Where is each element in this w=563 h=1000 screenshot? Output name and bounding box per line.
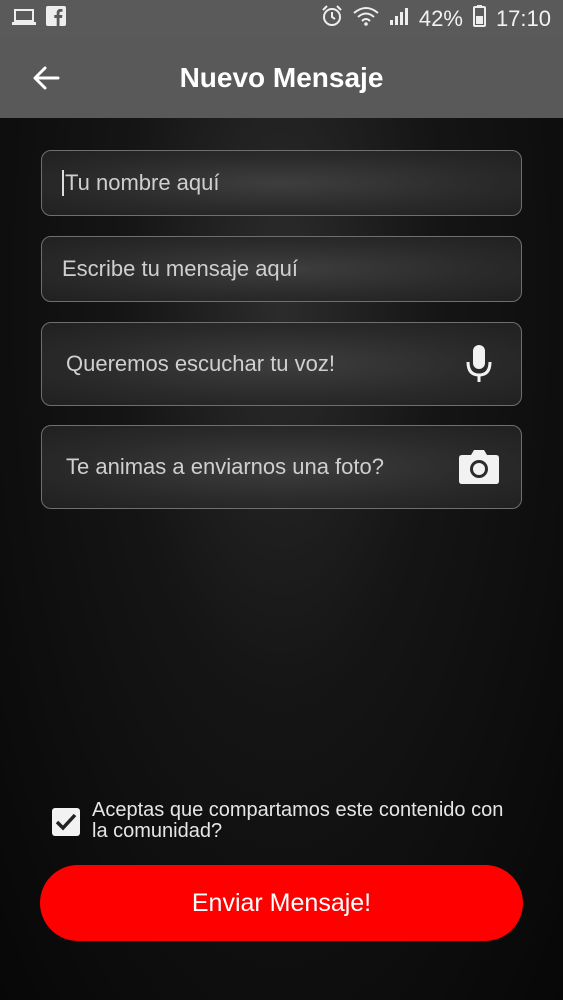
facebook-icon — [46, 6, 66, 32]
name-input[interactable]: Tu nombre aquí — [41, 150, 522, 216]
consent-checkbox[interactable] — [52, 808, 80, 836]
photo-label: Te animas a enviarnos una foto? — [66, 454, 384, 479]
name-placeholder: Tu nombre aquí — [65, 170, 220, 195]
microphone-icon[interactable] — [457, 342, 501, 386]
voice-field[interactable]: Queremos escuchar tu voz! — [41, 322, 522, 406]
alarm-icon — [321, 5, 343, 33]
status-bar: 42% 17:10 — [0, 0, 563, 38]
laptop-icon — [12, 6, 36, 32]
clock-time: 17:10 — [495, 6, 551, 31]
back-button[interactable] — [28, 60, 64, 96]
consent-row: Aceptas que compartamos este contenido c… — [52, 800, 522, 842]
checkmark-icon — [55, 813, 77, 831]
message-placeholder: Escribe tu mensaje aquí — [62, 256, 299, 281]
consent-label: Aceptas que compartamos este contenido c… — [92, 799, 504, 842]
wifi-icon — [353, 6, 379, 32]
voice-label: Queremos escuchar tu voz! — [66, 351, 336, 376]
camera-icon[interactable] — [457, 445, 501, 489]
photo-field[interactable]: Te animas a enviarnos una foto? — [41, 425, 522, 509]
app-bar: Nuevo Mensaje — [0, 38, 563, 118]
message-input[interactable]: Escribe tu mensaje aquí — [41, 236, 522, 302]
page-title: Nuevo Mensaje — [179, 62, 384, 93]
send-message-button[interactable]: Enviar Mensaje! — [40, 865, 523, 941]
signal-icon — [389, 6, 409, 32]
arrow-left-icon — [33, 66, 60, 90]
text-cursor — [62, 170, 64, 196]
battery-percent: 42% — [418, 6, 463, 31]
battery-icon — [472, 5, 486, 33]
